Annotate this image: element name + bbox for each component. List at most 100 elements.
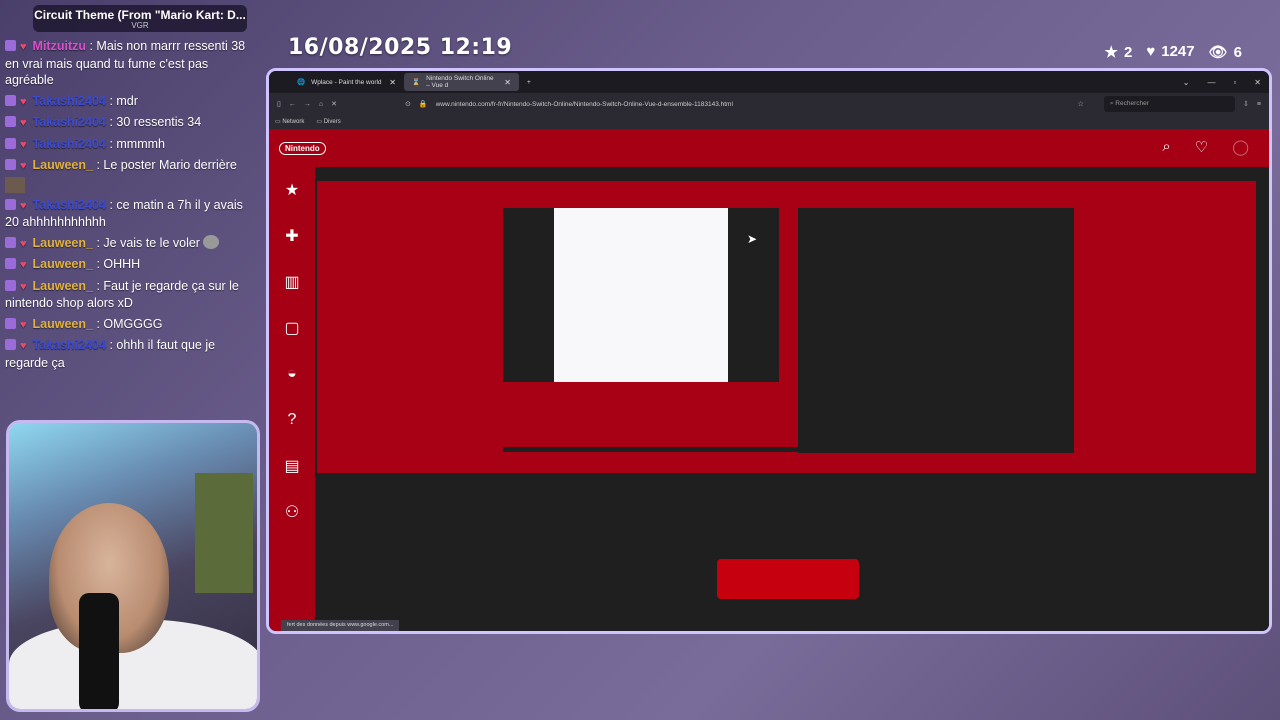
minimize-icon[interactable]: —: [1207, 78, 1215, 87]
controller-icon[interactable]: ✚: [269, 213, 315, 259]
chat-message: ♥ Takashi2404 : mmmmh: [0, 134, 265, 156]
chat-username: Takashi2404: [32, 93, 106, 108]
people-icon[interactable]: ⚇: [269, 489, 315, 535]
chat-message: ♥ Lauween_ : Je vais te le voler: [0, 233, 265, 255]
news-icon[interactable]: ▤: [269, 443, 315, 489]
switch-icon[interactable]: ▥: [269, 259, 315, 305]
sub-badge-icon: [5, 317, 16, 329]
chat-text: : mmmmh: [109, 136, 166, 151]
nintendo-logo[interactable]: Nintendo: [279, 141, 326, 155]
site-header: Nintendo ⌕ ♡ ◯: [269, 129, 1269, 167]
chat-text: : 30 ressentis 34: [109, 115, 202, 129]
hearts-stat: ♥ 1247: [1146, 43, 1194, 61]
viewers-stat: 👁 6: [1209, 43, 1242, 61]
question-icon[interactable]: ?: [269, 397, 315, 443]
song-artist: VGR: [131, 21, 149, 30]
chat-text: : OMGGGG: [96, 316, 163, 331]
heart-icon: ♥: [20, 41, 27, 53]
hero-banner: [317, 181, 1256, 473]
back-icon[interactable]: ←: [289, 101, 296, 108]
chat-username: Lauween_: [32, 235, 93, 250]
mouse-cursor-icon: ➤: [747, 232, 758, 246]
mario-icon[interactable]: ◒: [269, 351, 315, 397]
search-field[interactable]: ⌕ Rechercher: [1103, 96, 1236, 112]
chat-message: ♥ Lauween_ : OMGGGG: [0, 314, 265, 336]
chat-message: ♥ Lauween_ : OHHH: [0, 254, 265, 276]
image-loading: [554, 208, 728, 382]
bag-icon[interactable]: ▢: [269, 305, 315, 351]
heart-icon: ♥: [20, 318, 27, 331]
heart-icon: ♥: [20, 117, 27, 129]
url-field[interactable]: www.nintendo.com/fr-fr/Nintendo-Switch-O…: [436, 101, 936, 108]
sub-badge-icon: [5, 40, 16, 51]
sub-badge-icon: [5, 198, 16, 210]
home-icon[interactable]: ⌂: [319, 101, 323, 108]
tab-label: Nintendo Switch Online – Vue d: [426, 75, 494, 89]
heart-icon: ♥: [20, 199, 27, 212]
song-title: Circuit Theme (From "Mario Kart: D...: [34, 8, 246, 22]
chat-username: Takashi2404: [32, 136, 106, 151]
eye-icon: 👁: [1208, 44, 1228, 61]
date-time: 16/08/2025 12:19: [288, 35, 513, 60]
microphone: [79, 593, 119, 709]
progress-line: [503, 447, 798, 452]
now-playing: Circuit Theme (From "Mario Kart: D... VG…: [33, 5, 247, 32]
extensions-icon[interactable]: ⇩: [1243, 100, 1249, 108]
chat-username: Mitzuitzu: [32, 39, 86, 53]
chat-username: Lauween_: [32, 257, 93, 271]
chat-text: : Le poster Mario derrière: [96, 158, 237, 172]
close-icon[interactable]: ✕: [389, 78, 396, 87]
bookmark-label: Divers: [323, 119, 341, 125]
chat-panel: ♥ Mitzuitzu : Mais non marrr ressenti 38 …: [0, 36, 265, 373]
webcam-feed: [6, 420, 260, 712]
chat-username: Takashi2404: [32, 197, 106, 212]
close-icon[interactable]: ✕: [504, 78, 511, 87]
emote-icon: [5, 176, 25, 193]
star-icon: ★: [1104, 44, 1118, 61]
search-icon[interactable]: ⌕: [1162, 138, 1170, 156]
window-controls: ⌄ — ▫ ✕: [1183, 78, 1269, 87]
chat-username: Takashi2404: [32, 338, 106, 352]
bookmark-star-icon[interactable]: ☆: [1078, 100, 1084, 108]
shield-icon: ⊙: [404, 101, 411, 108]
tab-wplace[interactable]: 🌐 Wplace - Paint the world ✕: [289, 73, 404, 91]
site-sidebar: ★ ✚ ▥ ▢ ◒ ? ▤ ⚇: [269, 167, 315, 631]
hearts-count: 1247: [1161, 43, 1195, 60]
account-icon[interactable]: ◯: [1232, 138, 1249, 156]
heart-icon: ♥: [20, 138, 27, 151]
heart-icon: ♥: [1146, 43, 1156, 60]
sub-badge-icon: [5, 236, 16, 248]
image-placeholder: [798, 208, 1074, 453]
chat-username: Lauween_: [32, 158, 93, 172]
new-tab-button[interactable]: +: [519, 73, 539, 91]
chat-username: Lauween_: [32, 278, 93, 293]
bookmark-network[interactable]: ▭ Network: [275, 118, 304, 126]
star-icon[interactable]: ★: [269, 167, 315, 213]
chevron-down-icon[interactable]: ⌄: [1183, 78, 1190, 87]
chat-message: ♥ Lauween_ : Le poster Mario derrière: [0, 155, 265, 195]
stream-stats: ★ 2 ♥ 1247 👁 6: [1105, 43, 1242, 61]
browser-window: 🌐 Wplace - Paint the world ✕ ⌛ Nintendo Swi…: [266, 68, 1272, 634]
close-window-icon[interactable]: ✕: [1254, 78, 1261, 87]
tab-nintendo[interactable]: ⌛ Nintendo Switch Online – Vue d ✕: [404, 73, 519, 91]
chat-message: ♥ Takashi2404 : 30 ressentis 34: [0, 112, 265, 134]
sidebar-toggle-icon[interactable]: ▯: [277, 100, 281, 108]
bookmark-divers[interactable]: ▭ Divers: [316, 118, 340, 126]
forward-icon[interactable]: →: [304, 101, 311, 108]
stop-icon[interactable]: ✕: [331, 100, 337, 108]
menu-icon[interactable]: ≡: [1257, 101, 1261, 108]
search-placeholder: Rechercher: [1115, 100, 1149, 107]
tab-label: Wplace - Paint the world: [311, 78, 382, 86]
nav-bar: ▯ ← → ⌂ ✕ ⊙ 🔒 www.nintendo.com/fr-fr/Nin…: [269, 93, 1269, 115]
heart-icon: ♥: [20, 340, 27, 352]
chat-text: : OHHH: [96, 257, 141, 271]
wishlist-heart-icon[interactable]: ♡: [1195, 138, 1208, 156]
maximize-icon[interactable]: ▫: [1233, 78, 1236, 87]
sub-badge-icon: [5, 159, 16, 170]
chat-message: ♥ Takashi2404 : mdr: [0, 91, 265, 113]
cta-button[interactable]: [717, 559, 859, 599]
lock-icon: 🔒: [418, 101, 428, 108]
chat-text: : Je vais te le voler: [96, 235, 200, 250]
sub-badge-icon: [5, 258, 16, 269]
heart-icon: ♥: [20, 160, 27, 172]
